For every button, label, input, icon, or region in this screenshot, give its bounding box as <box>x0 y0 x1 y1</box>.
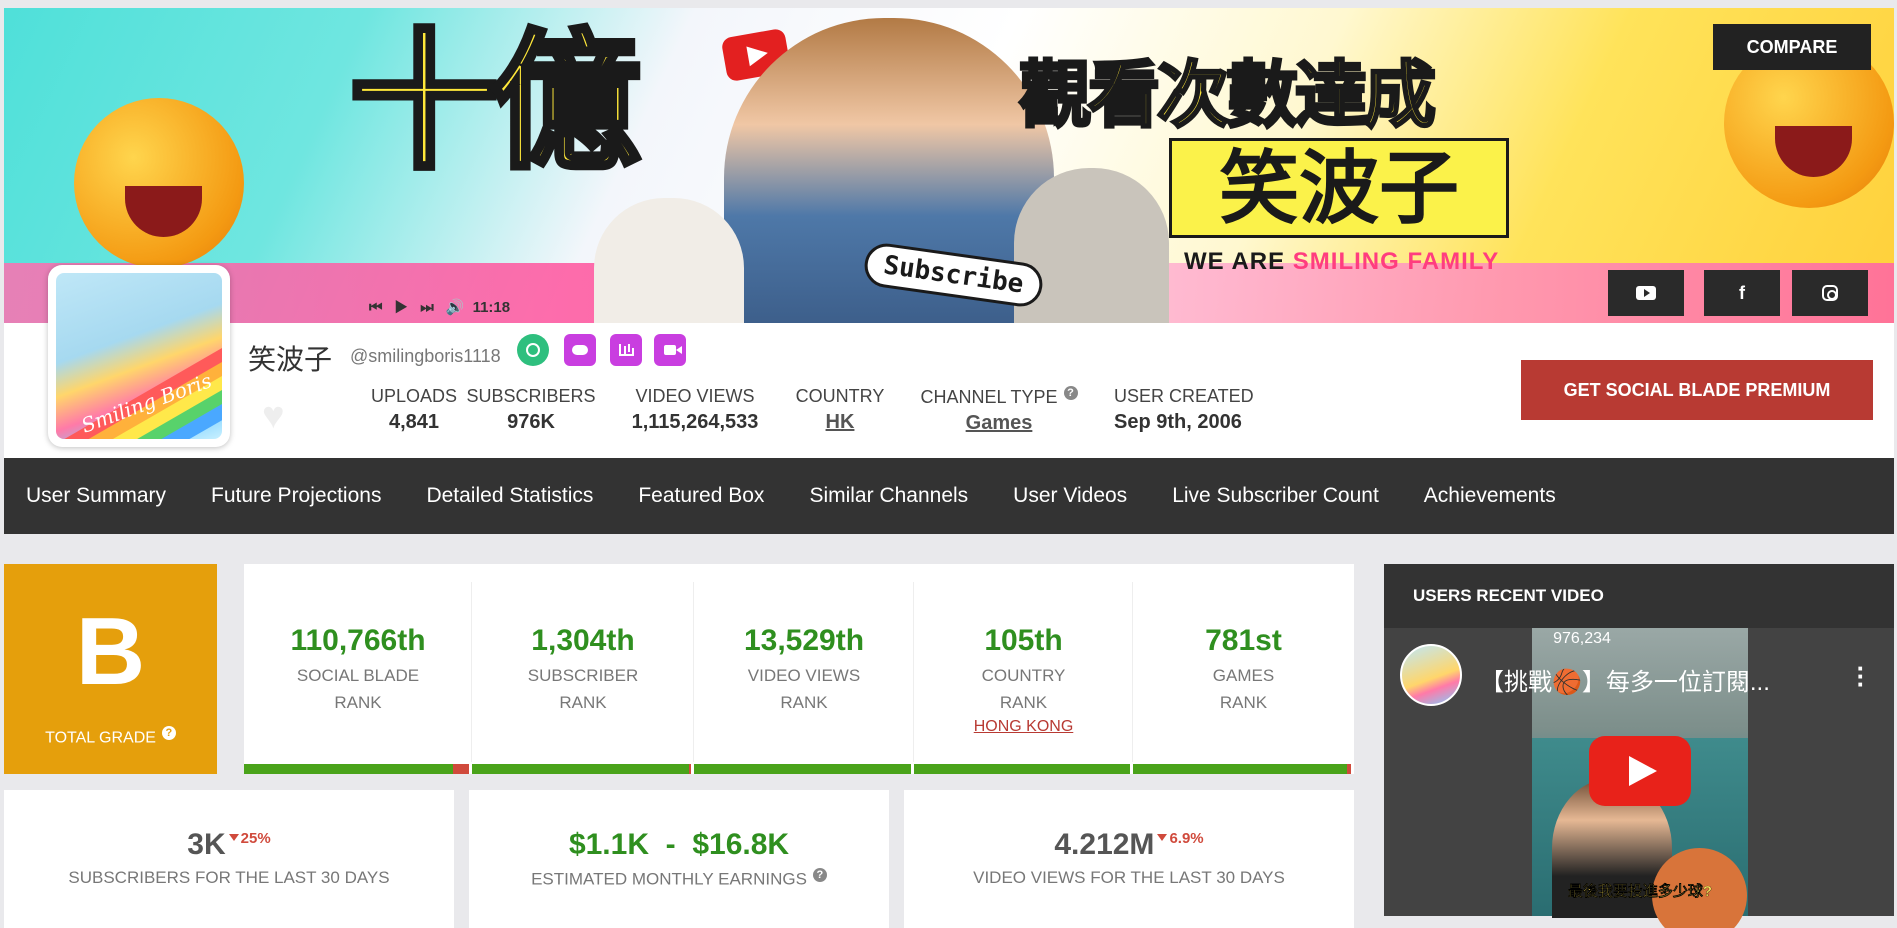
help-icon[interactable]: ? <box>1063 386 1078 400</box>
dog-image <box>1014 168 1169 323</box>
subscribers-delta: 25% <box>228 830 271 847</box>
estimated-earnings-value: $1.1K - $16.8K <box>568 828 790 861</box>
rank-card-games: 781st GAMES RANK <box>1133 564 1354 774</box>
grade-letter: B <box>75 598 146 705</box>
facebook-link-button[interactable]: f <box>1704 270 1780 316</box>
subscribers-30-days-card: 3K 25% SUBSCRIBERS FOR THE LAST 30 DAYS <box>4 790 454 928</box>
video-title[interactable]: 【挑戰🏀】每多一位訂閱... <box>1480 662 1824 697</box>
instagram-icon <box>1822 285 1838 301</box>
tab-user-summary[interactable]: User Summary <box>26 484 166 508</box>
video-channel-avatar[interactable] <box>1400 644 1462 706</box>
channel-avatar: Smiling Boris <box>48 265 230 447</box>
video-camera-icon[interactable] <box>654 334 686 366</box>
stat-country: COUNTRY HK <box>794 386 886 434</box>
banner-headline: 十億 <box>346 16 643 190</box>
channel-name: 笑波子 <box>248 344 333 375</box>
stat-user-created: USER CREATED Sep 9th, 2006 <box>1114 386 1254 433</box>
tab-user-videos[interactable]: User Videos <box>1013 484 1127 508</box>
tab-similar-channels[interactable]: Similar Channels <box>809 484 968 508</box>
youtube-link-button[interactable] <box>1608 270 1684 316</box>
down-arrow-icon <box>1157 834 1168 841</box>
instagram-link-button[interactable] <box>1792 270 1868 316</box>
tab-featured-box[interactable]: Featured Box <box>638 484 764 508</box>
tab-future-projections[interactable]: Future Projections <box>211 484 381 508</box>
recent-video-card: USERS RECENT VIDEO 976,234 【挑戰🏀】每多一位訂閱..… <box>1384 564 1894 928</box>
stat-channel-type: CHANNEL TYPE? Games <box>914 386 1084 435</box>
compare-button[interactable]: COMPARE <box>1713 24 1871 70</box>
grade-label: TOTAL GRADE <box>45 729 156 747</box>
rank-progress-bar <box>1133 764 1351 774</box>
video-caption: 最後我要投進多少球? <box>1567 883 1713 900</box>
video-view-count: 976,234 <box>1553 630 1611 647</box>
rank-card-social-blade: 110,766th SOCIAL BLADE RANK <box>244 564 472 774</box>
channel-type-link[interactable]: Games <box>914 412 1084 435</box>
banner-subhead: 觀看次數達成 <box>1017 52 1437 139</box>
favorite-heart-icon[interactable]: ♥ <box>262 395 285 438</box>
video-views-30-days-value: 4.212M <box>1054 828 1155 861</box>
avatar: Smiling Boris <box>56 273 222 439</box>
rank-progress-bar <box>914 764 1130 774</box>
banner-tagline: WE ARE SMILING FAMILY <box>1184 248 1500 275</box>
rank-card-country: 105th COUNTRY RANK HONG KONG <box>914 564 1133 774</box>
clock-icon[interactable] <box>517 334 549 366</box>
tab-live-subscriber-count[interactable]: Live Subscriber Count <box>1172 484 1379 508</box>
get-premium-button[interactable]: GET SOCIAL BLADE PREMIUM <box>1521 360 1873 420</box>
country-link[interactable]: HK <box>794 411 886 434</box>
dog-image <box>594 198 744 323</box>
channel-handle: @smilingboris1118 <box>350 346 501 366</box>
rank-progress-bar <box>694 764 911 774</box>
help-icon[interactable]: ? <box>161 726 176 740</box>
rank-value: 13,529th <box>743 624 865 657</box>
subscribers-30-days-value: 3K <box>187 828 226 861</box>
rank-value: 110,766th <box>290 624 426 657</box>
rank-value: 105th <box>984 624 1063 657</box>
rank-progress-bar <box>472 764 691 774</box>
rank-value: 1,304th <box>531 624 635 657</box>
laughing-emoji-icon <box>74 98 244 268</box>
rank-card-subscriber: 1,304th SUBSCRIBER RANK <box>472 564 694 774</box>
stat-subscribers: SUBSCRIBERS 976K <box>466 386 596 433</box>
play-button-icon[interactable] <box>1589 736 1691 806</box>
cloud-upload-icon[interactable] <box>564 334 596 366</box>
tab-achievements[interactable]: Achievements <box>1424 484 1556 508</box>
stat-uploads: UPLOADS 4,841 <box>370 386 458 433</box>
facebook-icon: f <box>1739 282 1745 303</box>
player-controls-art: ⏮ ▶ ⏭ 🔊 11:18 <box>369 299 511 316</box>
views-delta: 6.9% <box>1157 830 1204 847</box>
down-arrow-icon <box>228 834 239 841</box>
channel-header-card: 十億 觀看次數達成 笑波子 WE ARE SMILING FAMILY Subs… <box>4 8 1894 458</box>
youtube-icon <box>1636 286 1656 300</box>
total-grade-card: B TOTAL GRADE? <box>4 564 217 774</box>
banner-name-box: 笑波子 <box>1169 138 1509 238</box>
rank-progress-bar <box>244 764 469 774</box>
estimated-earnings-card: $1.1K - $16.8K ESTIMATED MONTHLY EARNING… <box>469 790 889 928</box>
tab-detailed-statistics[interactable]: Detailed Statistics <box>426 484 593 508</box>
rank-value: 781st <box>1205 624 1282 657</box>
more-options-icon[interactable]: · · · <box>1856 655 1866 697</box>
banner-name-art: 笑波子 <box>1219 144 1459 233</box>
bar-chart-icon[interactable] <box>610 334 642 366</box>
recent-video-header: USERS RECENT VIDEO <box>1384 564 1894 628</box>
rank-card-video-views: 13,529th VIDEO VIEWS RANK <box>694 564 914 774</box>
country-rank-link[interactable]: HONG KONG <box>914 718 1133 736</box>
stat-video-views: VIDEO VIEWS 1,115,264,533 <box>631 386 759 433</box>
video-views-30-days-card: 4.212M 6.9% VIDEO VIEWS FOR THE LAST 30 D… <box>904 790 1354 928</box>
help-icon[interactable]: ? <box>812 868 827 882</box>
channel-nav: User Summary Future Projections Detailed… <box>4 458 1894 534</box>
